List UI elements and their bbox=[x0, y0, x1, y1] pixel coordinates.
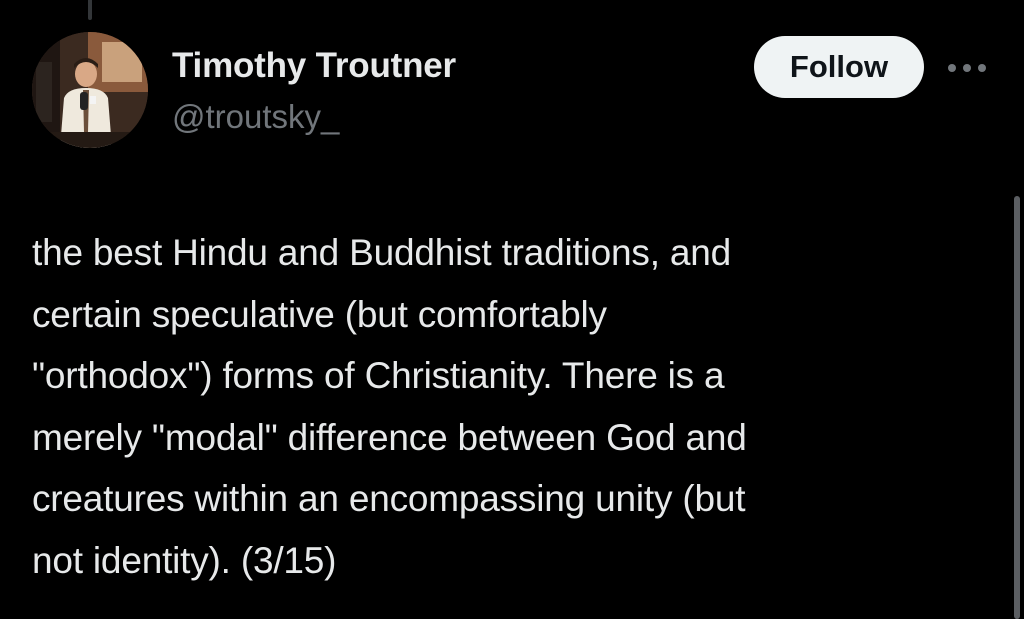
tweet-text: the best Hindu and Buddhist traditions, … bbox=[32, 232, 747, 581]
author-handle[interactable]: @troutsky_ bbox=[172, 98, 339, 136]
more-horizontal-icon bbox=[946, 62, 988, 74]
avatar[interactable] bbox=[32, 32, 148, 148]
scrollbar[interactable] bbox=[1014, 196, 1020, 619]
author-name[interactable]: Timothy Troutner bbox=[172, 46, 456, 86]
follow-button[interactable]: Follow bbox=[754, 36, 924, 98]
thread-connector-line bbox=[88, 0, 92, 20]
more-options-button[interactable] bbox=[944, 50, 990, 86]
